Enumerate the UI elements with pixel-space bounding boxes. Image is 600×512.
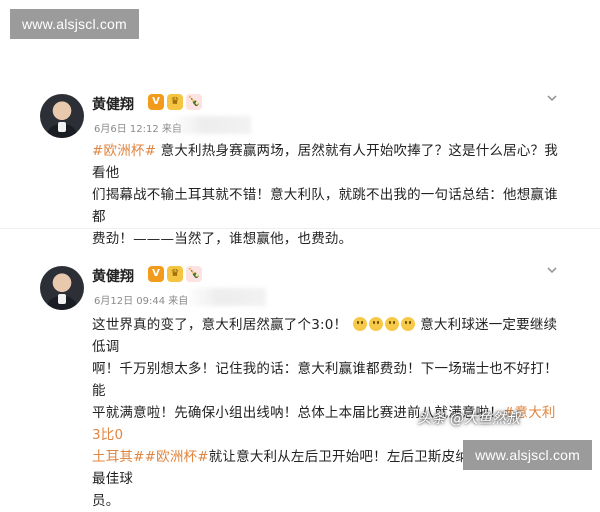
post-text-line: 意大利热身赛赢两场，居然就有人开始吹捧了？这是什么居心？我看他 xyxy=(92,143,558,181)
chevron-down-icon[interactable] xyxy=(546,92,558,104)
blurred-source xyxy=(186,288,266,306)
bottle-badge-icon: 🍾 xyxy=(186,266,202,282)
crown-badge-icon: ♛ xyxy=(167,94,183,110)
avatar[interactable] xyxy=(40,94,84,138)
post-text-line: 们揭幕战不输土耳其就不错！意大利队，就跳不出我的一句话总结：他想赢谁都 xyxy=(92,187,558,225)
post-text-line: 这世界真的变了，意大利居然赢了个3:0！ xyxy=(92,317,348,333)
smile-emoji-icon xyxy=(384,317,399,331)
avatar[interactable] xyxy=(40,266,84,310)
author-name[interactable]: 黄健翔 xyxy=(92,94,134,114)
watermark-top: www.alsjscl.com xyxy=(10,9,139,39)
wink-emoji-icon xyxy=(400,317,415,331)
post-meta: 6月6日 12:12 来自 xyxy=(94,124,182,135)
author-name[interactable]: 黄健翔 xyxy=(92,266,134,286)
hashtag-link[interactable]: 土耳其##欧洲杯# xyxy=(92,449,209,465)
blurred-source xyxy=(171,116,251,134)
hashtag-link[interactable]: #欧洲杯# xyxy=(92,143,156,159)
post-text: #欧洲杯# 意大利热身赛赢两场，居然就有人开始吹捧了？这是什么居心？我看他 们揭… xyxy=(92,140,562,250)
post-text-line: 费劲！———当然了，谁想赢他，也费劲。 xyxy=(92,231,353,247)
avatar-collar xyxy=(58,294,66,304)
source-caption: 头条 @大鱼然叔 xyxy=(417,411,520,427)
watermark-bottom: www.alsjscl.com xyxy=(463,440,592,470)
post-meta: 6月12日 09:44 来自 xyxy=(94,296,189,307)
crown-badge-icon: ♛ xyxy=(167,266,183,282)
verified-badge-icon: V xyxy=(148,94,164,110)
bottle-badge-icon: 🍾 xyxy=(186,94,202,110)
laugh-emoji-icon xyxy=(368,317,383,331)
post-divider xyxy=(0,228,600,229)
post-text-line: 员。 xyxy=(92,493,120,509)
grin-emoji-icon xyxy=(352,317,367,331)
author-badges: V ♛ 🍾 xyxy=(148,94,202,110)
verified-badge-icon: V xyxy=(148,266,164,282)
author-badges: V ♛ 🍾 xyxy=(148,266,202,282)
chevron-down-icon[interactable] xyxy=(546,264,558,276)
avatar-collar xyxy=(58,122,66,132)
post-text-line: 啊！千万别想太多！记住我的话：意大利赢谁都费劲！下一场瑞士也不好打！能 xyxy=(92,361,558,399)
